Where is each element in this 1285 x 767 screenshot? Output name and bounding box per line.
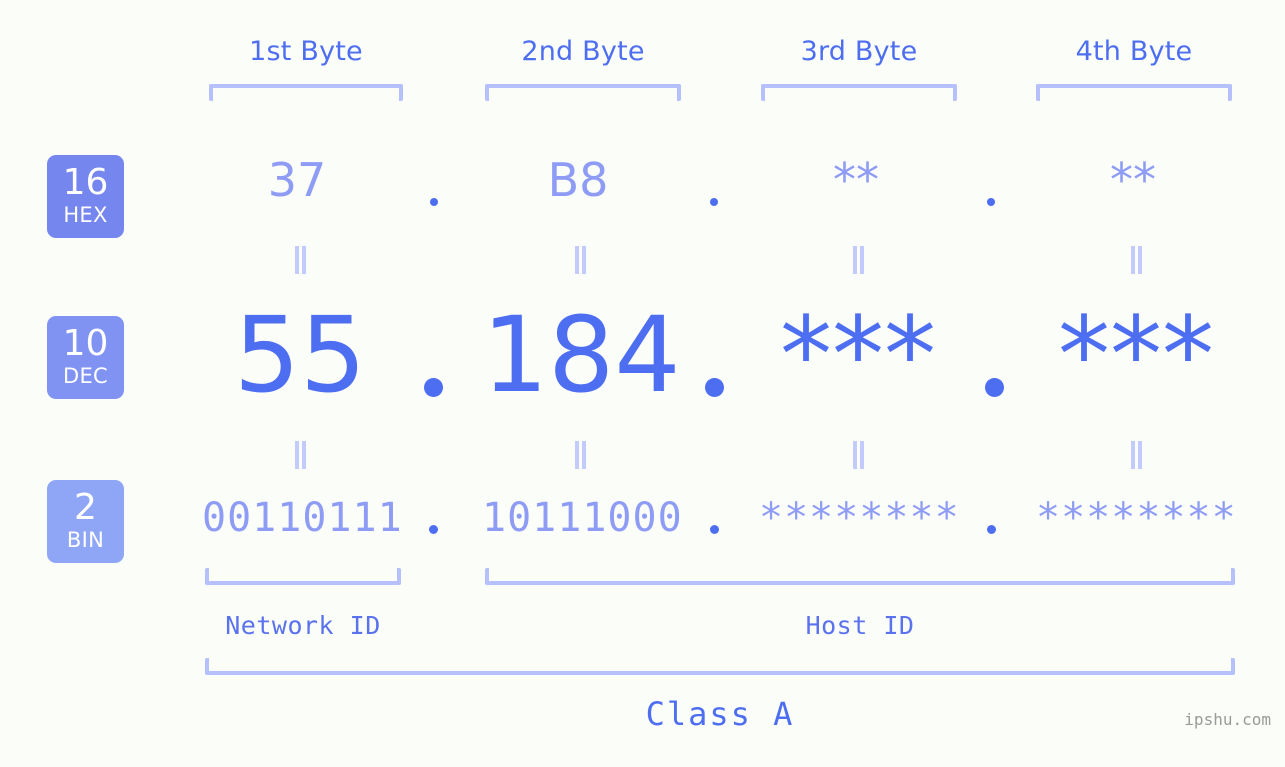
byte-bracket-2-icon — [485, 84, 681, 101]
hex-byte-2-value: B8 — [547, 153, 609, 207]
byte-bracket-3-icon — [761, 84, 957, 101]
base-badge-bin-label: BIN — [66, 528, 105, 552]
equals-dec-bin-2-icon — [572, 441, 588, 469]
base-badge-bin-number: 2 — [74, 487, 97, 528]
base-badge-hex-label: HEX — [63, 203, 108, 227]
base-badge-dec-label: DEC — [62, 364, 108, 388]
host-id-label: Host ID — [805, 611, 915, 640]
equals-dec-bin-4-icon — [1128, 441, 1144, 469]
bin-separator-dot-2 — [710, 525, 719, 534]
hex-byte-3-value: ** — [833, 153, 879, 207]
dec-byte-2-value: 184 — [482, 294, 681, 416]
base-badge-hex-number: 16 — [62, 162, 109, 203]
dec-byte-3-value: *** — [780, 294, 936, 416]
equals-hex-dec-3-icon — [850, 246, 866, 274]
byte-header-4: 4th Byte — [1075, 36, 1193, 67]
bin-byte-4-value: ******** — [1036, 495, 1237, 541]
hex-separator-dot-2 — [710, 198, 718, 206]
network-id-label: Network ID — [225, 611, 381, 640]
bin-byte-2-value: 10111000 — [482, 495, 683, 541]
site-watermark: ipshu.com — [1184, 710, 1271, 729]
bin-byte-1-value: 00110111 — [202, 495, 403, 541]
hex-separator-dot-1 — [430, 198, 438, 206]
ip-byte-breakdown-figure: 1st Byte 2nd Byte 3rd Byte 4th Byte 16 H… — [0, 0, 1285, 767]
class-label: Class A — [645, 695, 795, 733]
network-id-bracket-icon — [205, 568, 401, 585]
hex-byte-1-value: 37 — [267, 153, 327, 207]
base-badge-bin: 2 BIN — [47, 480, 124, 563]
hex-byte-4-value: ** — [1110, 153, 1156, 207]
equals-dec-bin-3-icon — [850, 441, 866, 469]
equals-hex-dec-1-icon — [292, 246, 308, 274]
dec-separator-dot-3 — [985, 378, 1004, 397]
bin-byte-3-value: ******** — [759, 495, 960, 541]
base-badge-hex: 16 HEX — [47, 155, 124, 238]
dec-byte-4-value: *** — [1058, 294, 1214, 416]
byte-header-2: 2nd Byte — [521, 36, 645, 67]
dec-separator-dot-2 — [705, 378, 724, 397]
base-badge-dec-number: 10 — [62, 323, 109, 364]
hex-separator-dot-3 — [987, 198, 995, 206]
dec-separator-dot-1 — [424, 378, 443, 397]
class-bracket-icon — [205, 658, 1235, 675]
base-badge-dec: 10 DEC — [47, 316, 124, 399]
host-id-bracket-icon — [485, 568, 1235, 585]
equals-hex-dec-4-icon — [1128, 246, 1144, 274]
bin-separator-dot-3 — [987, 525, 996, 534]
dec-byte-1-value: 55 — [233, 294, 367, 416]
byte-header-3: 3rd Byte — [800, 36, 918, 67]
byte-bracket-4-icon — [1036, 84, 1232, 101]
equals-hex-dec-2-icon — [572, 246, 588, 274]
byte-bracket-1-icon — [209, 84, 403, 101]
bin-separator-dot-1 — [429, 525, 438, 534]
equals-dec-bin-1-icon — [292, 441, 308, 469]
byte-header-1: 1st Byte — [249, 36, 363, 67]
